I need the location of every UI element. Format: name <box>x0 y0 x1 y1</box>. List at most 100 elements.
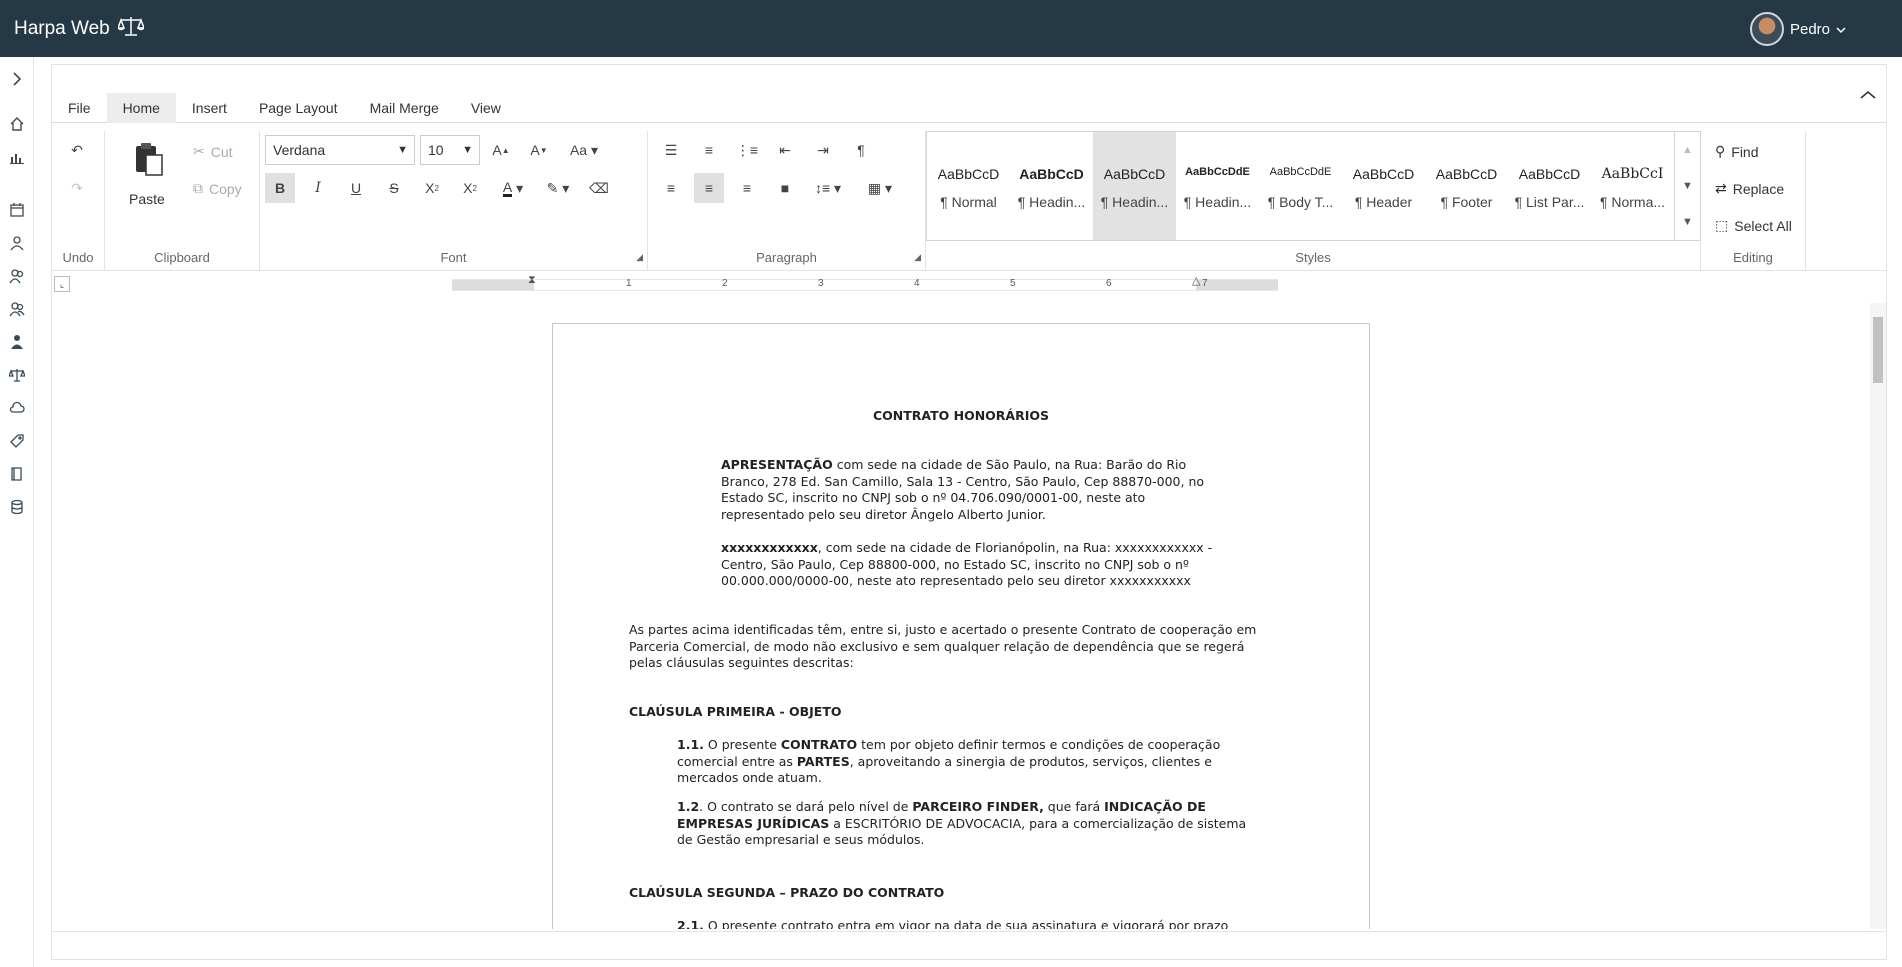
strikethrough-icon[interactable]: S <box>379 173 409 203</box>
tab-home[interactable]: Home <box>106 93 176 123</box>
database-icon[interactable] <box>5 495 29 519</box>
scroll-down-icon[interactable]: ▼ <box>1675 168 1700 204</box>
tab-insert[interactable]: Insert <box>176 93 243 123</box>
style-heading-1[interactable]: AaBbCcD ¶ Headin... <box>1010 132 1093 240</box>
expand-styles-icon[interactable]: ▼ <box>1675 204 1700 240</box>
redo-icon[interactable]: ↷ <box>62 173 92 203</box>
app-title: Harpa Web <box>14 18 110 39</box>
people-icon[interactable] <box>5 264 29 288</box>
bullet-list-icon[interactable]: ☰ <box>656 135 686 165</box>
justify-icon[interactable]: ■ <box>770 173 800 203</box>
tab-file[interactable]: File <box>52 93 107 123</box>
select-all-button[interactable]: ⬚ Select All <box>1715 217 1792 234</box>
collapse-ribbon-icon[interactable] <box>1860 87 1876 105</box>
document-title: CONTRATO HONORÁRIOS <box>872 408 1049 423</box>
cloud-icon[interactable] <box>5 396 29 420</box>
text-run: O presente <box>703 737 781 752</box>
bold-icon[interactable]: B <box>265 173 295 203</box>
group-icon[interactable] <box>5 297 29 321</box>
shading-icon[interactable]: ▦ ▾ <box>860 173 900 203</box>
paragraph-dialog-launcher-icon[interactable]: ◢ <box>914 252 921 263</box>
tab-view[interactable]: View <box>455 93 517 123</box>
find-button[interactable]: ⚲ Find <box>1715 143 1759 160</box>
replace-button[interactable]: ⇄ Replace <box>1715 180 1784 197</box>
chevron-right-icon[interactable] <box>5 67 29 91</box>
style-header[interactable]: AaBbCcD ¶ Header <box>1342 132 1425 240</box>
horizontal-ruler[interactable]: ⌞ 1 2 3 4 5 6 7 ⧗ △ <box>52 272 1886 302</box>
editing-group-label: Editing <box>1733 250 1773 265</box>
increase-indent-icon[interactable]: ⇥ <box>808 135 838 165</box>
clipboard-group-label: Clipboard <box>154 250 210 265</box>
calendar-icon[interactable] <box>5 198 29 222</box>
text-run: a ESCRITÓRIO DE ADVOCACIA, para a comerc… <box>829 815 1247 831</box>
text-line: , com sede na cidade de Florianópolin, n… <box>817 540 1213 555</box>
font-dialog-launcher-icon[interactable]: ◢ <box>636 252 643 263</box>
font-size-select[interactable]: 10 ▼ <box>420 135 480 165</box>
indent-marker-icon[interactable]: ⧗ <box>528 274 536 287</box>
cut-label: Cut <box>210 143 233 160</box>
lawyer-icon[interactable] <box>5 330 29 354</box>
chevron-down-icon <box>1836 21 1846 38</box>
style-body-text[interactable]: AaBbCcDdE ¶ Body T... <box>1259 132 1342 240</box>
italic-icon[interactable]: I <box>303 173 333 203</box>
party-name: xxxxxxxxxxxx <box>721 540 818 555</box>
style-list-paragraph[interactable]: AaBbCcD ¶ List Par... <box>1508 132 1591 240</box>
align-left-icon[interactable]: ≡ <box>656 173 686 203</box>
scale-icon[interactable] <box>5 363 29 387</box>
font-group: Verdana ▼ 10 ▼ A ▲ A ▼ Aa ▾ B I U S X2 X2 … <box>260 131 648 271</box>
document-canvas[interactable]: CONTRATO HONORÁRIOS APRESENTAÇÃO com sed… <box>52 303 1886 929</box>
ruler-number: 6 <box>1106 278 1112 289</box>
text-line: Branco, 278 Ed. San Camillo, Sala 13 - C… <box>721 473 1205 489</box>
subscript-icon[interactable]: X2 <box>455 173 485 203</box>
cut-button[interactable]: ✂ Cut <box>193 143 233 160</box>
highlight-icon[interactable]: ✎ ▾ <box>538 173 578 203</box>
pilcrow-icon[interactable]: ¶ <box>846 135 876 165</box>
brand[interactable]: Harpa Web <box>14 15 145 43</box>
tab-mail-merge[interactable]: Mail Merge <box>354 93 455 123</box>
style-heading-3[interactable]: AaBbCcDdE ¶ Headin... <box>1176 132 1259 240</box>
undo-group: ↶ ↷ Undo <box>52 131 105 271</box>
clause-1-2: 1.2. O contrato se dará pelo nível de PA… <box>677 799 1246 849</box>
home-icon[interactable] <box>5 112 29 136</box>
text-line: pelas cláusulas seguintes descritas: <box>629 655 854 670</box>
text-run: O presente contrato entra em vigor na da… <box>703 918 1229 929</box>
style-heading-2[interactable]: AaBbCcD ¶ Headin... <box>1093 132 1176 240</box>
ruler-number: 7 <box>1202 278 1208 289</box>
book-icon[interactable] <box>5 462 29 486</box>
scrollbar-thumb[interactable] <box>1873 317 1883 383</box>
font-color-icon[interactable]: A ▾ <box>493 173 533 203</box>
underline-icon[interactable]: U <box>341 173 371 203</box>
select-all-icon: ⬚ <box>1715 217 1729 233</box>
tab-page-layout[interactable]: Page Layout <box>243 93 354 123</box>
clear-formatting-icon[interactable]: ⌫ <box>584 173 614 203</box>
tab-selector-icon[interactable]: ⌞ <box>54 276 70 292</box>
paste-button[interactable]: Paste <box>119 139 179 209</box>
copy-button[interactable]: ⧉ Copy <box>193 180 242 197</box>
style-normal[interactable]: AaBbCcD ¶ Normal <box>927 132 1010 240</box>
line-spacing-icon[interactable]: ↕≡ ▾ <box>808 173 848 203</box>
align-right-icon[interactable]: ≡ <box>732 173 762 203</box>
decrease-indent-icon[interactable]: ⇤ <box>770 135 800 165</box>
tag-icon[interactable] <box>5 429 29 453</box>
chart-icon[interactable] <box>5 145 29 169</box>
text-run: INDICAÇÃO DE <box>1104 799 1206 814</box>
font-family-select[interactable]: Verdana ▼ <box>265 135 415 165</box>
user-menu[interactable]: Pedro <box>1749 12 1846 46</box>
scroll-up-icon[interactable]: ▲ <box>1675 132 1700 168</box>
document-page[interactable]: CONTRATO HONORÁRIOS APRESENTAÇÃO com sed… <box>552 323 1370 929</box>
text-run: , aproveitando a sinergia de produtos, s… <box>849 753 1212 769</box>
grow-font-icon[interactable]: A ▲ <box>486 135 516 165</box>
person-icon[interactable] <box>5 231 29 255</box>
text-line: 00.000.000/0000-00, neste ato representa… <box>721 573 1191 588</box>
numbered-list-icon[interactable]: ≡ <box>694 135 724 165</box>
style-normal-web[interactable]: AaBbCcI ¶ Norma... <box>1591 132 1674 240</box>
style-footer[interactable]: AaBbCcD ¶ Footer <box>1425 132 1508 240</box>
undo-icon[interactable]: ↶ <box>62 135 92 165</box>
shrink-font-icon[interactable]: A ▼ <box>524 135 554 165</box>
multilevel-list-icon[interactable]: ⋮≡ <box>732 135 762 165</box>
change-case-icon[interactable]: Aa ▾ <box>562 135 606 165</box>
superscript-icon[interactable]: X2 <box>417 173 447 203</box>
align-center-icon[interactable]: ≡ <box>694 173 724 203</box>
right-indent-marker-icon[interactable]: △ <box>1192 274 1200 287</box>
vertical-scrollbar[interactable] <box>1870 303 1886 929</box>
